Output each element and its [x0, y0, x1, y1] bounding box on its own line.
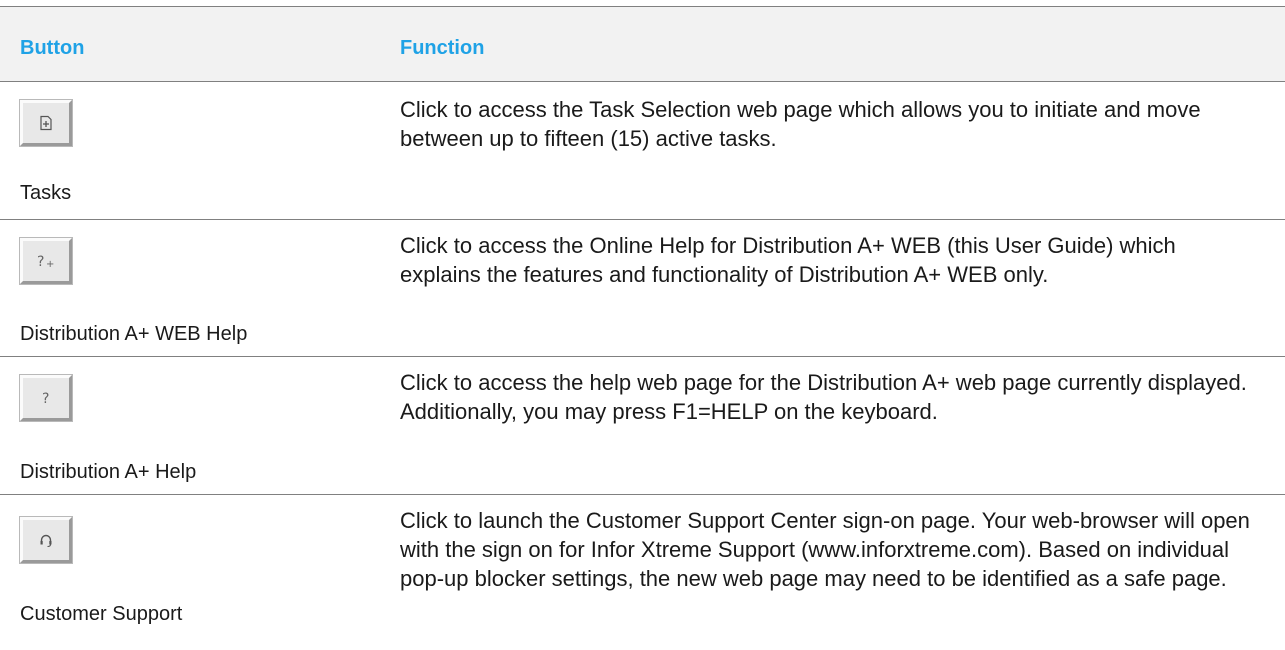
customer-support-button[interactable]: [19, 516, 73, 564]
table-header: Button Function: [0, 7, 1285, 81]
task-add-icon: [40, 115, 52, 131]
tasks-button[interactable]: [19, 99, 73, 147]
function-description: Click to access the Online Help for Dist…: [400, 233, 1176, 287]
button-caption: Distribution A+ WEB Help: [20, 323, 248, 345]
svg-text:+: +: [46, 259, 54, 270]
table-row: ? Distribution A+ Help Click to access t…: [0, 357, 1285, 494]
button-caption: Tasks: [20, 182, 72, 204]
svg-text:?: ?: [37, 254, 44, 270]
svg-text:?: ?: [42, 391, 49, 407]
web-help-button[interactable]: ? +: [19, 237, 73, 285]
help-button[interactable]: ?: [19, 374, 73, 422]
button-caption: Distribution A+ Help: [20, 461, 197, 483]
function-description: Click to access the Task Selection web p…: [400, 97, 1201, 151]
header-function: Function: [400, 37, 485, 59]
function-description: Click to launch the Customer Support Cen…: [400, 508, 1250, 591]
function-description: Click to access the help web page for th…: [400, 370, 1247, 424]
table-row: Tasks Click to access the Task Selection…: [0, 82, 1285, 219]
table-row: Customer Support Click to launch the Cus…: [0, 495, 1285, 650]
headset-icon: [40, 534, 52, 548]
table-row: ? + Distribution A+ WEB Help Click to ac…: [0, 220, 1285, 356]
help-icon: ?: [42, 391, 49, 407]
header-button: Button: [20, 37, 85, 59]
button-caption: Customer Support: [20, 603, 183, 625]
web-help-icon: ? +: [37, 254, 54, 270]
